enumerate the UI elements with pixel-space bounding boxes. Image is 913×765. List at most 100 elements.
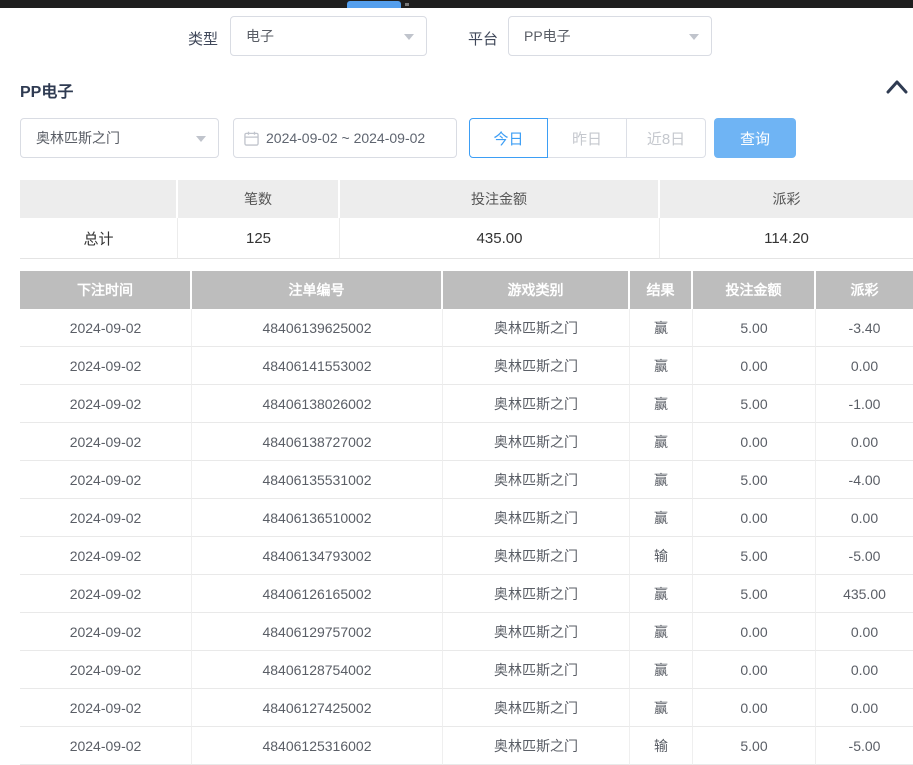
table-header-cell: 下注时间 xyxy=(20,271,192,309)
type-label: 类型 xyxy=(188,28,218,49)
table-row: 2024-09-0248406136510002奥林匹斯之门赢0.000.00 xyxy=(20,499,913,537)
chevron-up-icon[interactable] xyxy=(886,79,908,95)
summary-value: 125 xyxy=(178,218,340,259)
table-header-cell: 派彩 xyxy=(816,271,913,309)
result-cell: 赢 xyxy=(630,309,693,347)
top-bar xyxy=(0,0,913,8)
payout-cell: 0.00 xyxy=(816,651,913,689)
summary-total-row: 总计125435.00114.20 xyxy=(20,218,913,259)
payout-cell: 0.00 xyxy=(816,689,913,727)
game-type-cell: 奥林匹斯之门 xyxy=(443,423,630,461)
table-row: 2024-09-0248406134793002奥林匹斯之门输5.00-5.00 xyxy=(20,537,913,575)
result-cell: 赢 xyxy=(630,575,693,613)
section-title: PP电子 xyxy=(20,78,73,102)
table-row: 2024-09-0248406138727002奥林匹斯之门赢0.000.00 xyxy=(20,423,913,461)
tab-close-icon[interactable] xyxy=(405,3,409,6)
game-type-cell: 奥林匹斯之门 xyxy=(443,347,630,385)
type-select[interactable]: 电子 xyxy=(230,16,427,56)
quick-range-button-0[interactable]: 今日 xyxy=(469,118,548,158)
table-row: 2024-09-0248406141553002奥林匹斯之门赢0.000.00 xyxy=(20,347,913,385)
order-number-cell: 48406136510002 xyxy=(192,499,443,537)
date-range-input[interactable]: 2024-09-02 ~ 2024-09-02 xyxy=(233,118,457,158)
payout-cell: 0.00 xyxy=(816,613,913,651)
table-header-cell: 结果 xyxy=(630,271,693,309)
date-range-value: 2024-09-02 ~ 2024-09-02 xyxy=(266,130,425,146)
result-cell: 赢 xyxy=(630,651,693,689)
order-number-cell: 48406139625002 xyxy=(192,309,443,347)
quick-range-button-2[interactable]: 近8日 xyxy=(627,118,706,158)
payout-cell: 0.00 xyxy=(816,499,913,537)
platform-select-value: PP电子 xyxy=(524,26,571,46)
bet-time-cell: 2024-09-02 xyxy=(20,651,192,689)
table-row: 2024-09-0248406138026002奥林匹斯之门赢5.00-1.00 xyxy=(20,385,913,423)
order-number-cell: 48406141553002 xyxy=(192,347,443,385)
game-type-cell: 奥林匹斯之门 xyxy=(443,537,630,575)
payout-cell: 0.00 xyxy=(816,347,913,385)
result-cell: 赢 xyxy=(630,689,693,727)
payout-cell: -5.00 xyxy=(816,537,913,575)
quick-range-group: 今日昨日近8日 xyxy=(469,118,706,158)
order-number-cell: 48406128754002 xyxy=(192,651,443,689)
order-number-cell: 48406126165002 xyxy=(192,575,443,613)
result-cell: 赢 xyxy=(630,347,693,385)
table-header-cell: 注单编号 xyxy=(192,271,443,309)
game-select-value: 奥林匹斯之门 xyxy=(36,128,120,148)
table-row: 2024-09-0248406139625002奥林匹斯之门赢5.00-3.40 xyxy=(20,309,913,347)
bet-time-cell: 2024-09-02 xyxy=(20,499,192,537)
chevron-down-icon xyxy=(404,34,414,40)
bet-time-cell: 2024-09-02 xyxy=(20,347,192,385)
platform-select[interactable]: PP电子 xyxy=(508,16,712,56)
game-type-cell: 奥林匹斯之门 xyxy=(443,461,630,499)
summary-header-row: 笔数投注金额派彩 xyxy=(20,180,913,218)
game-type-cell: 奥林匹斯之门 xyxy=(443,651,630,689)
payout-cell: 435.00 xyxy=(816,575,913,613)
game-type-cell: 奥林匹斯之门 xyxy=(443,727,630,765)
result-cell: 输 xyxy=(630,537,693,575)
search-button[interactable]: 查询 xyxy=(714,118,796,158)
result-cell: 赢 xyxy=(630,385,693,423)
bet-time-cell: 2024-09-02 xyxy=(20,461,192,499)
table-header-cell: 投注金额 xyxy=(693,271,816,309)
active-tab-indicator[interactable] xyxy=(347,1,401,8)
table-header-cell: 游戏类别 xyxy=(443,271,630,309)
table-row: 2024-09-0248406127425002奥林匹斯之门赢0.000.00 xyxy=(20,689,913,727)
quick-range-button-1[interactable]: 昨日 xyxy=(548,118,627,158)
order-number-cell: 48406135531002 xyxy=(192,461,443,499)
table-row: 2024-09-0248406126165002奥林匹斯之门赢5.00435.0… xyxy=(20,575,913,613)
table-row: 2024-09-0248406128754002奥林匹斯之门赢0.000.00 xyxy=(20,651,913,689)
game-select[interactable]: 奥林匹斯之门 xyxy=(20,118,219,158)
order-number-cell: 48406125316002 xyxy=(192,727,443,765)
order-number-cell: 48406129757002 xyxy=(192,613,443,651)
platform-label: 平台 xyxy=(468,28,498,49)
bet-amount-cell: 5.00 xyxy=(693,727,816,765)
table-row: 2024-09-0248406129757002奥林匹斯之门赢0.000.00 xyxy=(20,613,913,651)
bet-amount-cell: 0.00 xyxy=(693,651,816,689)
summary-total-label: 总计 xyxy=(20,218,178,259)
bet-time-cell: 2024-09-02 xyxy=(20,423,192,461)
bet-time-cell: 2024-09-02 xyxy=(20,689,192,727)
summary-header-cell: 笔数 xyxy=(178,180,340,218)
order-number-cell: 48406134793002 xyxy=(192,537,443,575)
payout-cell: 0.00 xyxy=(816,423,913,461)
game-type-cell: 奥林匹斯之门 xyxy=(443,385,630,423)
bet-amount-cell: 5.00 xyxy=(693,385,816,423)
bet-amount-cell: 0.00 xyxy=(693,499,816,537)
bet-amount-cell: 5.00 xyxy=(693,461,816,499)
bet-amount-cell: 0.00 xyxy=(693,347,816,385)
table-row: 2024-09-0248406125316002奥林匹斯之门输5.00-5.00 xyxy=(20,727,913,765)
result-cell: 输 xyxy=(630,727,693,765)
game-type-cell: 奥林匹斯之门 xyxy=(443,309,630,347)
result-cell: 赢 xyxy=(630,499,693,537)
bet-time-cell: 2024-09-02 xyxy=(20,575,192,613)
summary-header-cell: 派彩 xyxy=(660,180,913,218)
payout-cell: -4.00 xyxy=(816,461,913,499)
result-cell: 赢 xyxy=(630,423,693,461)
bet-amount-cell: 0.00 xyxy=(693,423,816,461)
bet-records-table: 下注时间注单编号游戏类别结果投注金额派彩 2024-09-02484061396… xyxy=(20,271,913,765)
result-cell: 赢 xyxy=(630,613,693,651)
summary-header-cell: 投注金额 xyxy=(340,180,660,218)
table-header-row: 下注时间注单编号游戏类别结果投注金额派彩 xyxy=(20,271,913,309)
payout-cell: -3.40 xyxy=(816,309,913,347)
summary-value: 435.00 xyxy=(340,218,660,259)
game-type-cell: 奥林匹斯之门 xyxy=(443,575,630,613)
